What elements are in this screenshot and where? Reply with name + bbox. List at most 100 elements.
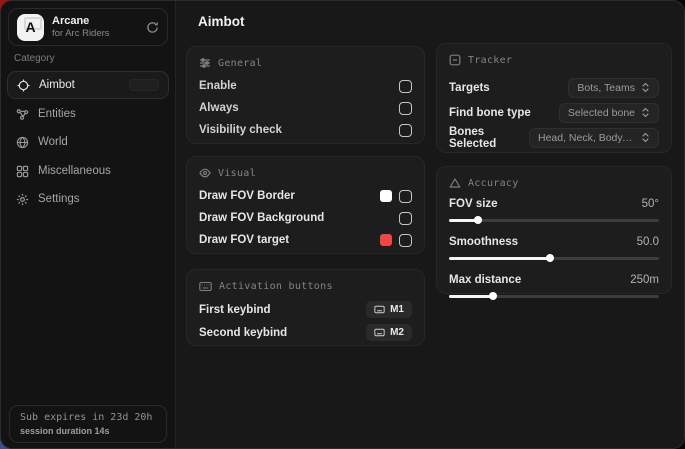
keyboard-icon [374,305,385,314]
visibility-check-checkbox[interactable] [399,124,412,137]
sidebar-item-label: Settings [38,193,80,205]
card-title: Accuracy [468,178,519,189]
unfold-icon [641,82,650,93]
grid-icon [16,165,29,178]
keyboard-icon [374,328,385,337]
card-activation-header: Activation buttons [199,279,412,293]
setting-label: Draw FOV Border [199,190,295,202]
setting-row-draw-fov-background: Draw FOV Background [199,207,412,229]
entities-icon [16,108,29,121]
sidebar-item-aimbot[interactable]: Aimbot [7,71,169,99]
slider-fill [449,257,550,260]
fov-size-slider[interactable] [449,217,659,224]
slider-block-max-distance: Max distance 250m [449,270,659,300]
slider-block-smoothness: Smoothness 50.0 [449,232,659,262]
find-bone-type-select[interactable]: Selected bone [559,103,659,123]
select-value: Selected bone [568,107,635,119]
setting-row-bones-selected: Bones Selected Head, Neck, Body, Fe... [449,125,659,150]
setting-label: FOV size [449,198,498,210]
setting-row-targets: Targets Bots, Teams [449,75,659,100]
slider-block-fov-size: FOV size 50° [449,194,659,224]
slider-thumb[interactable] [489,292,497,300]
keyboard-icon [199,281,212,292]
card-title: General [218,58,262,69]
setting-label: Find bone type [449,107,531,119]
slider-fill [449,295,493,298]
targets-select[interactable]: Bots, Teams [568,78,659,98]
card-activation-buttons: Activation buttons First keybind M1 [186,269,425,346]
card-tracker-header: Tracker [449,53,659,67]
fov-border-color-swatch[interactable] [380,190,392,202]
page-title: Aimbot [198,14,245,29]
setting-row-visibility-check: Visibility check [199,119,412,141]
bones-selected-select[interactable]: Head, Neck, Body, Fe... [529,128,659,148]
select-value: Head, Neck, Body, Fe... [538,132,635,144]
app-logo: A [17,14,44,41]
session-duration: session duration 14s [20,425,156,438]
card-accuracy-header: Accuracy [449,176,659,190]
enable-checkbox[interactable] [399,80,412,93]
slider-thumb[interactable] [474,216,482,224]
card-tracker: Tracker Targets Bots, Teams Find [436,43,672,153]
category-label: Category [14,53,55,64]
sliders-icon [199,57,211,69]
card-visual: Visual Draw FOV Border Draw FOV Backgrou… [186,156,425,254]
keybind-value: M1 [390,304,404,315]
fov-target-color-swatch[interactable] [380,234,392,246]
sidebar-item-label: Entities [38,108,76,120]
subscription-box: Sub expires in 23d 20h session duration … [9,405,167,443]
fov-size-value: 50° [642,198,659,210]
crosshair-icon [17,79,30,92]
card-visual-header: Visual [199,166,412,180]
eye-icon [199,167,211,179]
card-accuracy: Accuracy FOV size 50° Smoothn [436,166,672,294]
max-distance-value: 250m [630,274,659,286]
setting-label: Visibility check [199,124,282,136]
draw-fov-target-checkbox[interactable] [399,234,412,247]
triangle-icon [449,177,461,189]
max-distance-slider[interactable] [449,293,659,300]
smoothness-value: 50.0 [637,236,659,248]
sidebar-item-entities[interactable]: Entities [7,100,169,128]
logo-letter: A [25,19,35,35]
keybind-hint-badge [129,79,159,91]
subscription-expires: Sub expires in 23d 20h [20,411,156,425]
setting-row-second-keybind: Second keybind M2 [199,321,412,344]
sidebar-item-settings[interactable]: Settings [7,185,169,213]
brand-card: A Arcane for Arc Riders [8,8,168,46]
sidebar-item-label: Miscellaneous [38,165,111,177]
setting-label: Targets [449,82,490,94]
app-window: A Arcane for Arc Riders Category Aimbot [0,0,685,449]
setting-row-enable: Enable [199,75,412,97]
slider-thumb[interactable] [546,254,554,262]
sidebar: A Arcane for Arc Riders Category Aimbot [1,1,176,448]
first-keybind-button[interactable]: M1 [366,301,412,318]
always-checkbox[interactable] [399,102,412,115]
card-title: Tracker [468,55,512,66]
smoothness-slider[interactable] [449,255,659,262]
second-keybind-button[interactable]: M2 [366,324,412,341]
draw-fov-background-checkbox[interactable] [399,212,412,225]
globe-icon [16,136,29,149]
setting-label: First keybind [199,304,271,316]
setting-row-always: Always [199,97,412,119]
brand-subtitle: for Arc Riders [52,28,138,40]
setting-label: Smoothness [449,236,518,248]
sidebar-item-world[interactable]: World [7,128,169,156]
setting-label: Second keybind [199,327,287,339]
setting-row-first-keybind: First keybind M1 [199,298,412,321]
brand-title: Arcane [52,15,138,28]
main-content: Aimbot General Enable Always [176,1,684,448]
setting-label: Draw FOV Background [199,212,324,224]
sidebar-item-miscellaneous[interactable]: Miscellaneous [7,157,169,185]
setting-label: Bones Selected [449,126,529,150]
draw-fov-border-checkbox[interactable] [399,190,412,203]
setting-row-draw-fov-border: Draw FOV Border [199,185,412,207]
unfold-icon [641,132,650,143]
card-general: General Enable Always Visibility check [186,46,425,144]
setting-label: Max distance [449,274,521,286]
keybind-value: M2 [390,327,404,338]
card-title: Activation buttons [219,281,333,292]
refresh-icon[interactable] [146,21,159,34]
setting-label: Enable [199,80,237,92]
